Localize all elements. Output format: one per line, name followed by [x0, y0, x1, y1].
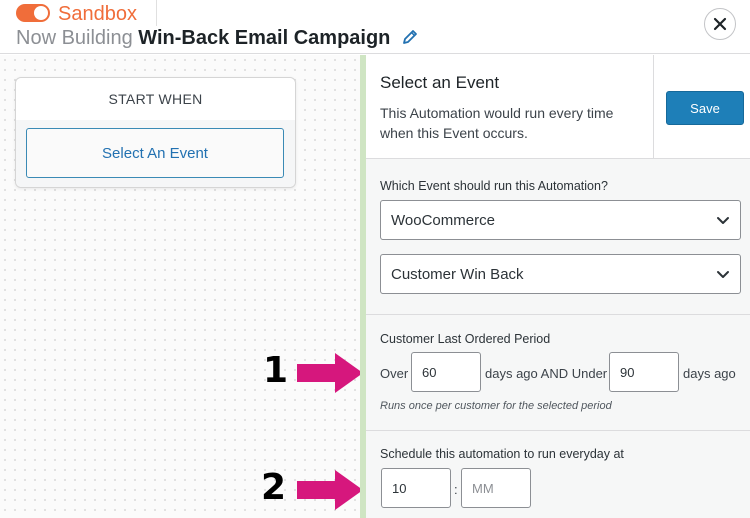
close-icon	[713, 17, 727, 31]
event-select[interactable]: Customer Win Back	[380, 254, 741, 294]
arrow-right-icon	[297, 353, 363, 393]
period-label: Customer Last Ordered Period	[380, 332, 551, 346]
minute-input[interactable]: MM	[461, 468, 531, 508]
chevron-down-icon	[717, 271, 729, 278]
builder-header: Sandbox Now Building Win-Back Email Camp…	[0, 0, 750, 54]
toggle-knob	[34, 6, 48, 20]
section-divider	[366, 314, 750, 315]
chevron-down-icon	[717, 217, 729, 224]
sandbox-label: Sandbox	[58, 3, 137, 25]
hour-input[interactable]: 10	[381, 468, 451, 508]
over-text: Over	[380, 366, 409, 381]
section-divider	[366, 430, 750, 431]
automation-name: Win-Back Email Campaign	[138, 27, 391, 49]
max-days-input[interactable]: 90	[609, 352, 679, 392]
integration-select[interactable]: WooCommerce	[380, 200, 741, 240]
panel-header: Select an Event This Automation would ru…	[366, 55, 750, 159]
close-button[interactable]	[704, 8, 736, 40]
title-prefix: Now Building	[16, 27, 133, 49]
event-question-label: Which Event should run this Automation?	[380, 179, 608, 193]
header-separator	[653, 55, 654, 159]
arrow-right-icon	[297, 470, 363, 510]
start-when-card: START WHEN Select An Event	[15, 77, 296, 188]
panel-description: This Automation would run every time whe…	[380, 105, 614, 141]
step-number-2: 2	[261, 467, 287, 508]
select-event-button[interactable]: Select An Event	[26, 128, 284, 178]
between-text: days ago AND Under	[485, 366, 608, 381]
schedule-label: Schedule this automation to run everyday…	[380, 447, 624, 461]
days-ago-text: days ago	[683, 366, 736, 381]
panel-title: Select an Event	[380, 73, 500, 92]
step-number-1: 1	[263, 350, 289, 391]
page-title: Now Building Win-Back Email Campaign	[16, 26, 418, 51]
event-settings-panel: Select an Event This Automation would ru…	[366, 55, 750, 518]
workflow-canvas: START WHEN Select An Event	[0, 55, 360, 518]
min-days-input[interactable]: 60	[411, 352, 481, 392]
header-divider	[156, 0, 157, 26]
start-card-body: Select An Event	[16, 120, 295, 187]
integration-select-value: WooCommerce	[391, 211, 495, 229]
sandbox-toggle[interactable]	[16, 4, 50, 22]
pencil-icon[interactable]	[402, 27, 418, 51]
event-select-value: Customer Win Back	[391, 265, 524, 283]
start-card-title: START WHEN	[16, 78, 295, 120]
time-separator: :	[454, 482, 458, 497]
period-hint: Runs once per customer for the selected …	[380, 400, 612, 412]
save-button[interactable]: Save	[666, 91, 744, 125]
